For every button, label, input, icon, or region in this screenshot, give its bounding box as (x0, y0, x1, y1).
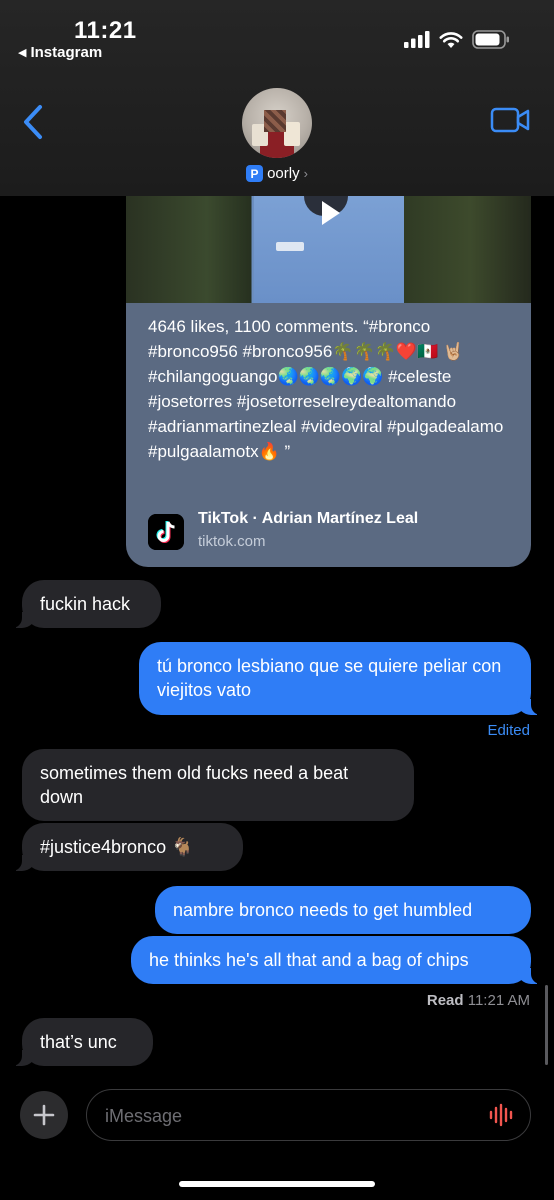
home-indicator[interactable] (179, 1181, 375, 1187)
wifi-icon (439, 31, 463, 48)
avatar[interactable] (242, 88, 312, 158)
read-receipt: Read 11:21 AM (427, 992, 530, 1009)
tiktok-logo-icon (148, 514, 184, 550)
play-icon[interactable] (312, 196, 346, 230)
battery-icon (472, 30, 509, 49)
link-preview-card[interactable]: 4646 likes, 1100 comments. “#bronco #bro… (126, 160, 531, 567)
message-bubble-incoming[interactable]: #justice4bronco 🐐 (8, 823, 243, 871)
read-time: 11:21 AM (467, 992, 530, 1009)
message-text: #justice4bronco 🐐 (40, 837, 194, 857)
contact-badge-icon: P (246, 165, 264, 182)
message-text: sometimes them old fucks need a beat dow… (40, 763, 349, 807)
link-domain: tiktok.com (198, 533, 266, 550)
message-bubble-outgoing[interactable]: tú bronco lesbiano que se quiere peliar … (139, 642, 545, 715)
voice-waveform-icon[interactable] (488, 1103, 516, 1127)
message-bubble-outgoing[interactable]: nambre bronco needs to get humbled (155, 886, 531, 934)
back-triangle-icon: ◀ (18, 47, 27, 59)
link-source: TikTok · Adrian Martínez Leal tiktok.com (148, 506, 518, 550)
back-to-app-link[interactable]: ◀ Instagram (18, 44, 102, 61)
link-source-title: TikTok · Adrian Martínez Leal (198, 510, 419, 527)
plus-icon (33, 1104, 55, 1126)
imessage-input[interactable] (103, 1102, 467, 1130)
cellular-signal-icon (404, 31, 430, 48)
message-text: fuckin hack (40, 594, 131, 614)
message-text: that’s unc (40, 1032, 117, 1052)
pixelated-face (264, 110, 286, 132)
read-label: Read (426, 992, 464, 1009)
link-description: 4646 likes, 1100 comments. “#bronco #bro… (148, 317, 504, 461)
chevron-right-icon: › (303, 166, 308, 181)
contact-name[interactable]: P oorly › (0, 165, 554, 182)
message-text: tú bronco lesbiano que se quiere peliar … (157, 656, 502, 700)
contact-name-label: oorly (267, 165, 300, 182)
video-camera-icon[interactable] (490, 106, 530, 134)
add-attachment-button[interactable] (20, 1091, 68, 1139)
status-icons (404, 30, 510, 49)
status-time: 11:21 (74, 17, 137, 44)
edited-label[interactable]: Edited (487, 722, 530, 739)
conversation-header: 11:21 ◀ Instagram P oorly › (0, 0, 554, 196)
message-input-container[interactable] (86, 1089, 531, 1141)
message-bubble-incoming[interactable]: sometimes them old fucks need a beat dow… (22, 749, 414, 821)
back-app-label: Instagram (30, 44, 103, 61)
message-bubble-incoming[interactable]: fuckin hack (8, 580, 161, 628)
scroll-indicator[interactable] (545, 985, 548, 1065)
chevron-left-icon[interactable] (20, 104, 48, 140)
message-bubble-outgoing[interactable]: he thinks he's all that and a bag of chi… (131, 936, 545, 984)
message-text: he thinks he's all that and a bag of chi… (149, 950, 469, 970)
message-bubble-incoming[interactable]: that’s unc (8, 1018, 153, 1066)
message-text: nambre bronco needs to get humbled (173, 900, 473, 920)
